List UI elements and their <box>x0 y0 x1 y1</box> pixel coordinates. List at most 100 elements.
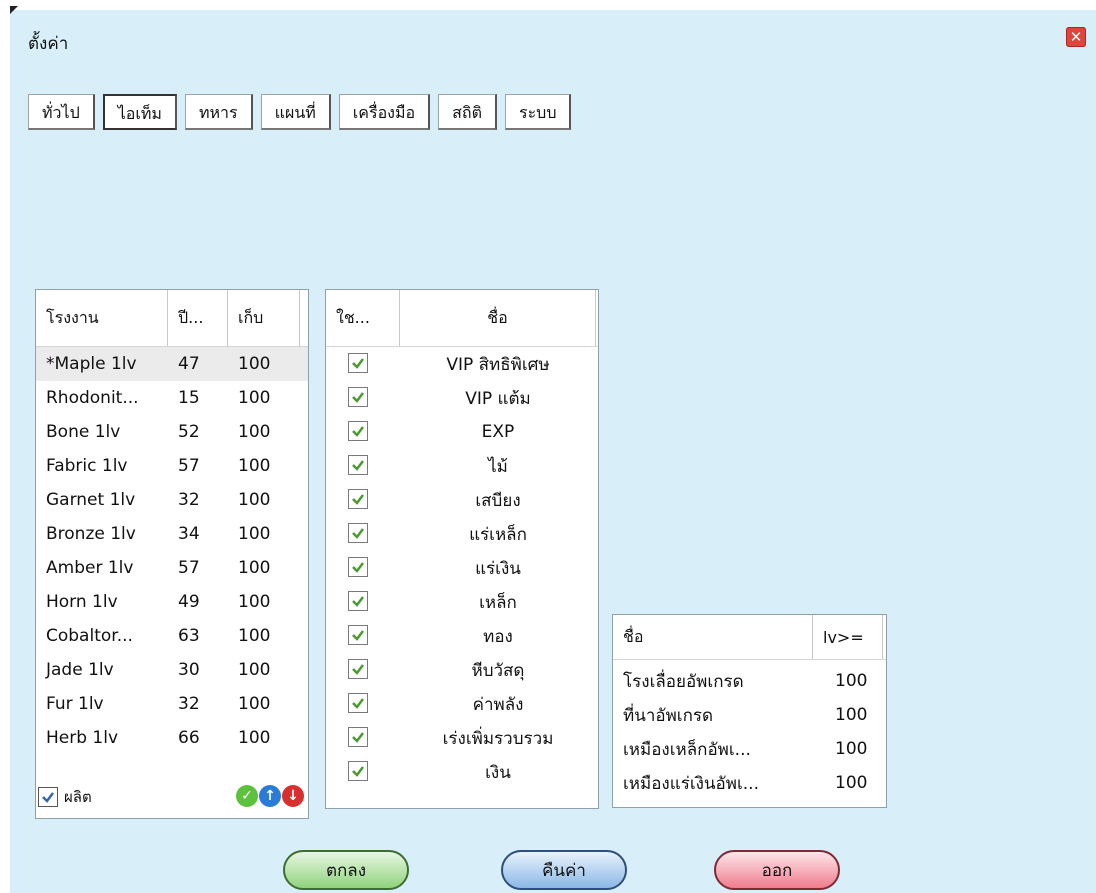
use-checkbox[interactable] <box>348 489 368 509</box>
factory-year: 52 <box>178 422 200 442</box>
item-name: เสบียง <box>475 490 521 511</box>
use-checkbox[interactable] <box>348 693 368 713</box>
factory-name: Cobaltor... <box>46 626 133 646</box>
item-name: ไม้ <box>488 456 508 477</box>
table-row[interactable]: Jade 1lv 30 100 <box>36 653 308 687</box>
items-table: ใช... ชื่อ VIP สิทธิพิเศษ VIP แต้ม EXP ไม้เ… <box>325 289 599 809</box>
reset-button[interactable]: คืนค่า <box>501 850 627 890</box>
upgrades-table: ชื่อ lv>= โรงเลื่อยอัพเกรด 100 ที่นาอัพเกร… <box>612 614 887 808</box>
tab-general[interactable]: ทั่วไป <box>28 94 95 130</box>
factory-year: 34 <box>178 524 200 544</box>
item-name: VIP แต้ม <box>465 388 531 409</box>
table-row[interactable]: Horn 1lv 49 100 <box>36 585 308 619</box>
use-checkbox[interactable] <box>348 455 368 475</box>
window-title: ตั้งค่า <box>28 34 69 54</box>
factory-collect: 100 <box>238 626 271 646</box>
use-checkbox[interactable] <box>348 727 368 747</box>
upgrade-level: 100 <box>835 773 868 793</box>
factory-year: 63 <box>178 626 200 646</box>
check-icon <box>352 358 364 369</box>
tab-bar: ทั่วไป ไอเท็ม ทหาร แผนที่ เครื่องมือ สถิ… <box>28 94 572 130</box>
col-year[interactable]: ปี... <box>168 290 228 346</box>
item-name: แร่เหล็ก <box>469 524 527 545</box>
ok-button[interactable]: ตกลง <box>283 850 409 890</box>
use-checkbox[interactable] <box>348 353 368 373</box>
use-checkbox[interactable] <box>348 625 368 645</box>
table-row: เหล็ก <box>326 585 598 619</box>
use-checkbox[interactable] <box>348 523 368 543</box>
exit-button[interactable]: ออก <box>714 850 840 890</box>
tab-map[interactable]: แผนที่ <box>260 94 331 130</box>
use-checkbox[interactable] <box>348 761 368 781</box>
use-checkbox[interactable] <box>348 421 368 441</box>
tab-stats[interactable]: สถิติ <box>438 94 497 130</box>
table-row[interactable]: ที่นาอัพเกรด 100 <box>613 698 886 732</box>
close-icon[interactable]: ✕ <box>1066 27 1086 47</box>
col-upgrade-name[interactable]: ชื่อ <box>613 615 813 659</box>
table-row[interactable]: โรงเลื่อยอัพเกรด 100 <box>613 664 886 698</box>
factory-name: Herb 1lv <box>46 728 119 748</box>
table-row[interactable]: *Maple 1lv 47 100 <box>36 347 308 381</box>
factory-name: Bronze 1lv <box>46 524 136 544</box>
check-icon <box>352 460 364 471</box>
factory-name: Garnet 1lv <box>46 490 136 510</box>
tab-items[interactable]: ไอเท็ม <box>102 94 177 130</box>
upgrade-name: เหมืองแร่เงินอัพเ... <box>623 773 759 794</box>
item-name: ทอง <box>483 626 513 647</box>
factory-name: *Maple 1lv <box>46 354 137 374</box>
factory-name: Amber 1lv <box>46 558 134 578</box>
col-factory[interactable]: โรงงาน <box>36 290 168 346</box>
factory-collect: 100 <box>238 728 271 748</box>
use-checkbox[interactable] <box>348 591 368 611</box>
table-row[interactable]: Bronze 1lv 34 100 <box>36 517 308 551</box>
upgrade-name: ที่นาอัพเกรด <box>623 705 714 726</box>
col-level[interactable]: lv>= <box>813 615 883 659</box>
check-icon <box>352 732 364 743</box>
factory-year: 15 <box>178 388 200 408</box>
factory-collect: 100 <box>238 490 271 510</box>
table-row: เงิน <box>326 755 598 789</box>
item-name: แร่เงิน <box>475 558 521 579</box>
factory-year: 32 <box>178 490 200 510</box>
table-row[interactable]: Fabric 1lv 57 100 <box>36 449 308 483</box>
upgrade-level: 100 <box>835 671 868 691</box>
check-icon <box>352 562 364 573</box>
factory-name: Horn 1lv <box>46 592 118 612</box>
check-icon <box>352 698 364 709</box>
table-row[interactable]: Garnet 1lv 32 100 <box>36 483 308 517</box>
confirm-icon[interactable]: ✓ <box>236 785 258 807</box>
table-row: หีบวัสดุ <box>326 653 598 687</box>
table-row[interactable]: Amber 1lv 57 100 <box>36 551 308 585</box>
upgrade-name: เหมืองเหล็กอัพเ... <box>623 739 751 760</box>
table-row[interactable]: Bone 1lv 52 100 <box>36 415 308 449</box>
use-checkbox[interactable] <box>348 387 368 407</box>
col-name[interactable]: ชื่อ <box>400 290 596 346</box>
check-icon <box>352 664 364 675</box>
tab-system[interactable]: ระบบ <box>504 94 572 130</box>
produce-checkbox[interactable]: ผลิต <box>38 785 92 809</box>
tab-soldiers[interactable]: ทหาร <box>184 94 253 130</box>
check-icon <box>38 787 58 807</box>
upgrade-level: 100 <box>835 705 868 725</box>
item-name: หีบวัสดุ <box>471 660 525 681</box>
factory-collect: 100 <box>238 524 271 544</box>
table-row[interactable]: เหมืองแร่เงินอัพเ... 100 <box>613 766 886 800</box>
arrow-up-icon[interactable]: ↑ <box>259 785 281 807</box>
check-icon <box>352 528 364 539</box>
factory-collect: 100 <box>238 592 271 612</box>
table-row[interactable]: Rhodonit... 15 100 <box>36 381 308 415</box>
table-row[interactable]: เหมืองเหล็กอัพเ... 100 <box>613 732 886 766</box>
factory-name: Fabric 1lv <box>46 456 128 476</box>
table-row[interactable]: Fur 1lv 32 100 <box>36 687 308 721</box>
table-row[interactable]: Herb 1lv 66 100 <box>36 721 308 755</box>
col-collect[interactable]: เก็บ <box>228 290 300 346</box>
arrow-down-icon[interactable]: ↓ <box>282 785 304 807</box>
table-row[interactable]: Cobaltor... 63 100 <box>36 619 308 653</box>
use-checkbox[interactable] <box>348 557 368 577</box>
table-row: เสบียง <box>326 483 598 517</box>
item-name: เหล็ก <box>479 592 517 613</box>
tab-tools[interactable]: เครื่องมือ <box>338 94 431 130</box>
col-use[interactable]: ใช... <box>326 290 400 346</box>
table-row: เร่งเพิ่มรวบรวม <box>326 721 598 755</box>
use-checkbox[interactable] <box>348 659 368 679</box>
